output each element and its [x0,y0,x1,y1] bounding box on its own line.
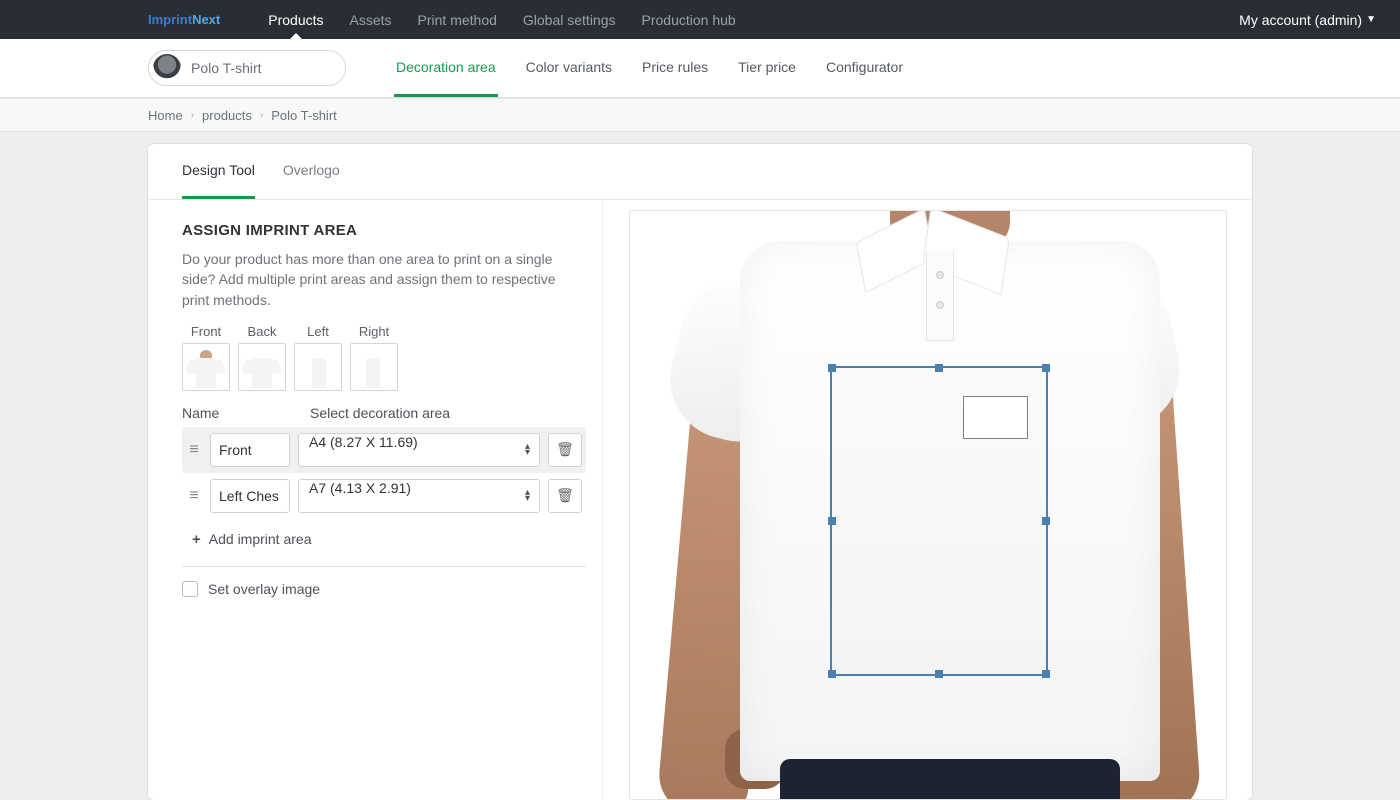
account-label: My account (admin) [1239,12,1362,28]
side-thumb-back[interactable] [238,343,286,391]
crumb-current: Polo T-shirt [271,108,337,123]
delete-area-button[interactable]: 🗑 [548,433,582,467]
section-description: Do your product has more than one area t… [182,249,586,310]
imprint-area-selection-small[interactable] [963,396,1028,439]
resize-handle-icon[interactable] [828,517,836,525]
resize-handle-icon[interactable] [935,670,943,678]
content-card: Design Tool Overlogo ASSIGN IMPRINT AREA… [148,144,1252,800]
side-label-left: Left [294,324,342,339]
add-imprint-area-button[interactable]: + Add imprint area [192,531,586,548]
caret-down-icon: ▼ [1366,14,1376,25]
tab-tier-price[interactable]: Tier price [736,39,798,97]
area-row: ≡ A7 (4.13 X 2.91) ▴▾ 🗑 [182,473,586,519]
resize-handle-icon[interactable] [828,670,836,678]
area-name-input[interactable] [210,479,290,513]
product-pill-label: Polo T-shirt [191,60,262,76]
side-thumb-front[interactable] [182,343,230,391]
tab-color-variants[interactable]: Color variants [524,39,614,97]
trash-icon: 🗑 [556,441,574,458]
plus-icon: + [192,531,201,548]
crumb-products[interactable]: products [202,108,252,123]
left-pane: ASSIGN IMPRINT AREA Do your product has … [148,200,603,800]
inner-tabs: Design Tool Overlogo [148,144,1252,200]
chevron-right-icon: › [260,110,263,121]
area-headers: Name Select decoration area [182,405,586,421]
drag-handle-icon[interactable]: ≡ [186,441,202,459]
crumb-home[interactable]: Home [148,108,183,123]
brand-part-1: Imprint [148,12,192,27]
inner-tab-overlogo[interactable]: Overlogo [283,144,340,199]
area-name-input[interactable] [210,433,290,467]
topnav-menu: Products Assets Print method Global sett… [268,12,735,28]
resize-handle-icon[interactable] [1042,364,1050,372]
right-pane [603,200,1252,800]
account-menu[interactable]: My account (admin) ▼ [1239,12,1376,28]
area-size-select[interactable]: A7 (4.13 X 2.91) [298,479,540,513]
section-title: ASSIGN IMPRINT AREA [182,222,586,239]
resize-handle-icon[interactable] [828,364,836,372]
tab-decoration-area[interactable]: Decoration area [394,39,498,97]
side-thumb-left[interactable] [294,343,342,391]
overlay-label: Set overlay image [208,581,320,597]
inner-tab-design-tool[interactable]: Design Tool [182,144,255,199]
tab-configurator[interactable]: Configurator [824,39,905,97]
topnav-products[interactable]: Products [268,12,323,28]
side-thumb-right[interactable] [350,343,398,391]
add-area-label: Add imprint area [209,531,312,547]
top-nav: ImprintNext Products Assets Print method… [0,0,1400,39]
resize-handle-icon[interactable] [1042,517,1050,525]
sub-nav: Polo T-shirt Decoration area Color varia… [0,39,1400,98]
topnav-print-method[interactable]: Print method [418,12,497,28]
tab-price-rules[interactable]: Price rules [640,39,710,97]
area-size-select[interactable]: A4 (8.27 X 11.69) [298,433,540,467]
trash-icon: 🗑 [556,487,574,504]
drag-handle-icon[interactable]: ≡ [186,487,202,505]
overlay-checkbox[interactable] [182,581,198,597]
delete-area-button[interactable]: 🗑 [548,479,582,513]
product-preview[interactable] [629,210,1227,800]
breadcrumb: Home › products › Polo T-shirt [0,98,1400,132]
divider [182,566,586,567]
resize-handle-icon[interactable] [935,364,943,372]
brand-part-2: Next [192,12,220,27]
side-thumbs: Front Back Left Right [182,324,586,391]
topnav-assets[interactable]: Assets [350,12,392,28]
resize-handle-icon[interactable] [1042,670,1050,678]
overlay-row: Set overlay image [182,581,586,597]
brand-logo[interactable]: ImprintNext [148,12,220,27]
side-label-back: Back [238,324,286,339]
subnav-tabs: Decoration area Color variants Price rul… [394,39,905,97]
chevron-right-icon: › [191,110,194,121]
area-row: ≡ A4 (8.27 X 11.69) ▴▾ 🗑 [182,427,586,473]
topnav-global-settings[interactable]: Global settings [523,12,616,28]
topnav-production-hub[interactable]: Production hub [642,12,736,28]
product-selector-pill[interactable]: Polo T-shirt [148,50,346,86]
header-select: Select decoration area [310,405,586,421]
side-label-right: Right [350,324,398,339]
header-name: Name [182,405,294,421]
side-label-front: Front [182,324,230,339]
product-thumb-icon [153,54,181,82]
